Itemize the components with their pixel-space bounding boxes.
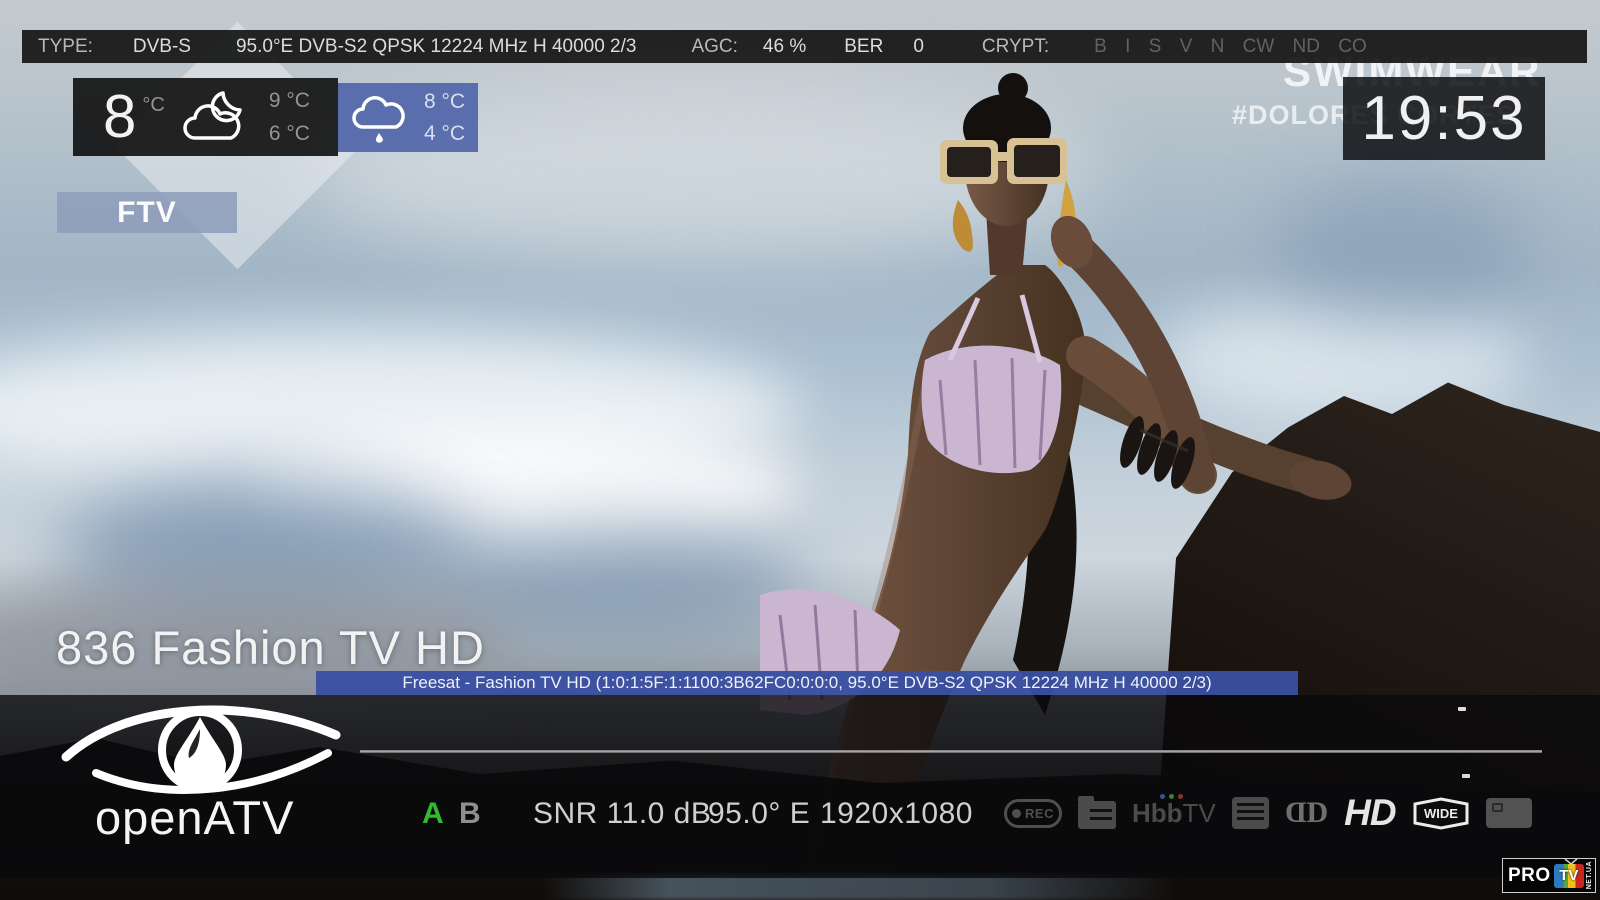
- watermark-netua: NET.UA: [1586, 861, 1593, 889]
- hd-icon: HD: [1344, 792, 1395, 834]
- rec-icon: REC: [1004, 799, 1062, 828]
- watermark-tv-icon: TV: [1554, 864, 1584, 888]
- antenna-icon: [1564, 858, 1578, 865]
- ber-label: BER: [844, 36, 883, 58]
- rec-label: REC: [1025, 806, 1054, 821]
- forecast-high: 8 °C: [424, 90, 465, 114]
- openatv-wordmark: openATV: [95, 790, 294, 845]
- svg-text:WIDE: WIDE: [1424, 806, 1458, 821]
- event-progress-line: [360, 750, 1542, 753]
- crypt-flag: ND: [1293, 36, 1320, 57]
- watermark-tv-label: TV: [1559, 867, 1578, 884]
- current-temp-unit: °C: [142, 86, 164, 117]
- type-label: TYPE:: [38, 36, 93, 58]
- agc-value: 46 %: [763, 36, 806, 58]
- snr-value: SNR 11.0 dB: [533, 797, 711, 831]
- orbital-position: 95.0° E: [708, 797, 810, 831]
- event-placeholder-dash: [1462, 774, 1470, 778]
- current-temp: 8: [103, 87, 136, 147]
- weather-forecast: 8 °C 4 °C: [338, 83, 478, 152]
- today-high: 9 °C: [269, 89, 310, 113]
- forecast-low: 4 °C: [424, 122, 465, 146]
- movielist-folder-icon: [1078, 801, 1116, 829]
- agc-label: AGC:: [691, 36, 737, 58]
- audio-track-a: A: [422, 797, 444, 831]
- status-icon-row: REC HbbTV DD HD WIDE: [1004, 793, 1532, 833]
- type-value: DVB-S: [133, 36, 191, 58]
- forecast-minmax: 8 °C 4 °C: [424, 90, 465, 146]
- crypt-flag: CO: [1338, 36, 1367, 57]
- watermark-pro: PRO: [1508, 865, 1551, 887]
- rec-dot-icon: [1012, 809, 1021, 818]
- crypt-flag: S: [1149, 36, 1162, 57]
- crypt-flags: B I S V N CW ND CO: [1094, 36, 1380, 58]
- dolby-icon: DD: [1285, 796, 1328, 830]
- tuner-status-bar: TYPE: DVB-S 95.0°E DVB-S2 QPSK 12224 MHz…: [22, 30, 1587, 63]
- crypt-flag: B: [1094, 36, 1107, 57]
- transponder-value: 95.0°E DVB-S2 QPSK 12224 MHz H 40000 2/3: [236, 36, 636, 58]
- today-low: 6 °C: [269, 122, 310, 146]
- infobar-panel: openATV A B SNR 11.0 dB 95.0° E 1920x108…: [0, 695, 1600, 878]
- ber-value: 0: [913, 36, 924, 58]
- video-resolution: 1920x1080: [820, 797, 973, 831]
- protv-watermark: PRO TV NET.UA: [1502, 858, 1596, 893]
- openatv-eye-logo: [58, 695, 348, 795]
- dolby-right-d: D: [1306, 796, 1328, 830]
- crypt-flag: N: [1211, 36, 1225, 57]
- clock: 19:53: [1343, 77, 1545, 160]
- audio-track-b: B: [459, 797, 481, 831]
- today-minmax: 9 °C 6 °C: [269, 89, 310, 146]
- event-placeholder-dash: [1458, 707, 1466, 711]
- rain-cloud-icon: [350, 91, 412, 145]
- channel-title: 836 Fashion TV HD: [56, 620, 485, 675]
- moon-cloud-icon: [179, 88, 253, 146]
- weather-current: 8 °C 9 °C 6 °C: [73, 78, 338, 156]
- service-reference-bar: Freesat - Fashion TV HD (1:0:1:5F:1:1100…: [316, 671, 1298, 695]
- crypt-flag: I: [1125, 36, 1130, 57]
- weather-widget: 8 °C 9 °C 6 °C 8 °C 4 °C: [73, 78, 478, 156]
- crypt-flag: CW: [1243, 36, 1275, 57]
- widescreen-icon: WIDE: [1412, 795, 1470, 832]
- crypt-flag: V: [1180, 36, 1193, 57]
- dolby-left-d: D: [1285, 796, 1307, 830]
- hbbtv-label-bold: Hbb: [1132, 798, 1183, 828]
- hbbtv-icon: HbbTV: [1132, 798, 1216, 829]
- channel-logo-ftv: FTV: [57, 192, 237, 233]
- ci-card-icon: [1486, 798, 1532, 828]
- crypt-label: CRYPT:: [982, 36, 1049, 58]
- hbbtv-label-rest: TV: [1183, 798, 1216, 828]
- teletext-icon: [1232, 797, 1269, 829]
